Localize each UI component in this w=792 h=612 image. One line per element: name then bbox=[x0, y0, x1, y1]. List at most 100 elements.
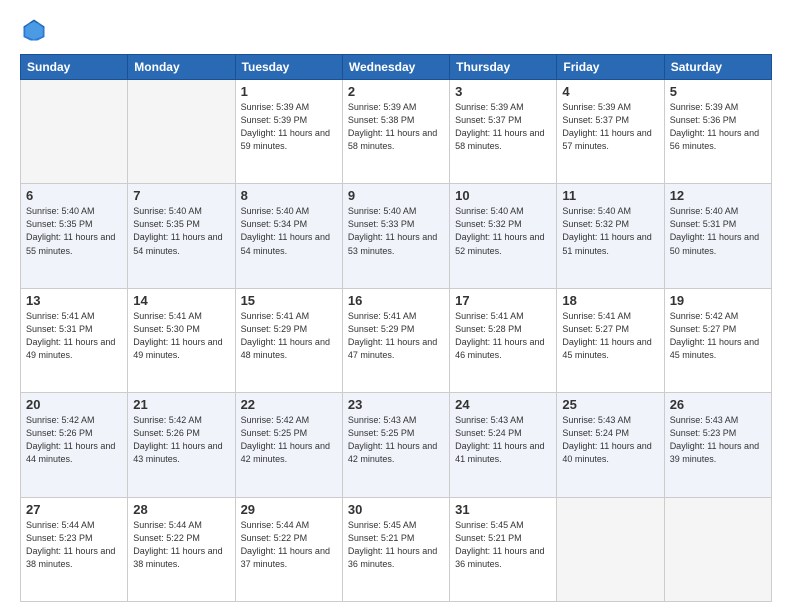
weekday-header-wednesday: Wednesday bbox=[342, 55, 449, 80]
day-info: Sunrise: 5:40 AMSunset: 5:35 PMDaylight:… bbox=[26, 205, 122, 257]
day-cell: 24 Sunrise: 5:43 AMSunset: 5:24 PMDayligh… bbox=[450, 393, 557, 497]
weekday-header-monday: Monday bbox=[128, 55, 235, 80]
day-cell: 12 Sunrise: 5:40 AMSunset: 5:31 PMDayligh… bbox=[664, 184, 771, 288]
day-info: Sunrise: 5:41 AMSunset: 5:31 PMDaylight:… bbox=[26, 310, 122, 362]
day-number: 19 bbox=[670, 293, 766, 308]
day-number: 18 bbox=[562, 293, 658, 308]
day-info: Sunrise: 5:41 AMSunset: 5:28 PMDaylight:… bbox=[455, 310, 551, 362]
day-cell: 20Sunrise: 5:42 AMSunset: 5:26 PMDayligh… bbox=[21, 393, 128, 497]
weekday-header-sunday: Sunday bbox=[21, 55, 128, 80]
day-info: Sunrise: 5:39 AMSunset: 5:38 PMDaylight:… bbox=[348, 101, 444, 153]
day-info: Sunrise: 5:42 AMSunset: 5:27 PMDaylight:… bbox=[670, 310, 766, 362]
day-info: Sunrise: 5:39 AMSunset: 5:37 PMDaylight:… bbox=[562, 101, 658, 153]
day-cell: 25 Sunrise: 5:43 AMSunset: 5:24 PMDayligh… bbox=[557, 393, 664, 497]
day-info: Sunrise: 5:40 AMSunset: 5:34 PMDaylight:… bbox=[241, 205, 337, 257]
day-number: 15 bbox=[241, 293, 337, 308]
day-number: 5 bbox=[670, 84, 766, 99]
day-number: 24 bbox=[455, 397, 551, 412]
day-number: 3 bbox=[455, 84, 551, 99]
day-number: 28 bbox=[133, 502, 229, 517]
day-number: 2 bbox=[348, 84, 444, 99]
day-info: Sunrise: 5:41 AMSunset: 5:29 PMDaylight:… bbox=[348, 310, 444, 362]
header bbox=[20, 16, 772, 44]
day-cell: 11 Sunrise: 5:40 AMSunset: 5:32 PMDayligh… bbox=[557, 184, 664, 288]
day-info: Sunrise: 5:40 AMSunset: 5:32 PMDaylight:… bbox=[455, 205, 551, 257]
day-number: 6 bbox=[26, 188, 122, 203]
logo bbox=[20, 16, 52, 44]
day-cell: 8 Sunrise: 5:40 AMSunset: 5:34 PMDaylight… bbox=[235, 184, 342, 288]
day-cell: 2 Sunrise: 5:39 AMSunset: 5:38 PMDaylight… bbox=[342, 80, 449, 184]
day-number: 21 bbox=[133, 397, 229, 412]
day-cell: 6 Sunrise: 5:40 AMSunset: 5:35 PMDaylight… bbox=[21, 184, 128, 288]
day-number: 13 bbox=[26, 293, 122, 308]
day-cell bbox=[21, 80, 128, 184]
logo-icon bbox=[20, 16, 48, 44]
day-number: 22 bbox=[241, 397, 337, 412]
day-info: Sunrise: 5:41 AMSunset: 5:29 PMDaylight:… bbox=[241, 310, 337, 362]
day-cell: 22 Sunrise: 5:42 AMSunset: 5:25 PMDayligh… bbox=[235, 393, 342, 497]
week-row-1: 1Sunrise: 5:39 AMSunset: 5:39 PMDaylight… bbox=[21, 80, 772, 184]
day-cell: 3 Sunrise: 5:39 AMSunset: 5:37 PMDaylight… bbox=[450, 80, 557, 184]
day-number: 25 bbox=[562, 397, 658, 412]
day-cell: 28 Sunrise: 5:44 AMSunset: 5:22 PMDayligh… bbox=[128, 497, 235, 601]
day-cell: 29 Sunrise: 5:44 AMSunset: 5:22 PMDayligh… bbox=[235, 497, 342, 601]
day-info: Sunrise: 5:45 AMSunset: 5:21 PMDaylight:… bbox=[348, 519, 444, 571]
day-cell: 31 Sunrise: 5:45 AMSunset: 5:21 PMDayligh… bbox=[450, 497, 557, 601]
weekday-header-thursday: Thursday bbox=[450, 55, 557, 80]
day-info: Sunrise: 5:43 AMSunset: 5:24 PMDaylight:… bbox=[562, 414, 658, 466]
day-info: Sunrise: 5:45 AMSunset: 5:21 PMDaylight:… bbox=[455, 519, 551, 571]
day-info: Sunrise: 5:43 AMSunset: 5:25 PMDaylight:… bbox=[348, 414, 444, 466]
day-info: Sunrise: 5:39 AMSunset: 5:37 PMDaylight:… bbox=[455, 101, 551, 153]
day-number: 9 bbox=[348, 188, 444, 203]
day-cell: 7Sunrise: 5:40 AMSunset: 5:35 PMDaylight… bbox=[128, 184, 235, 288]
day-info: Sunrise: 5:42 AMSunset: 5:26 PMDaylight:… bbox=[26, 414, 122, 466]
day-cell: 4 Sunrise: 5:39 AMSunset: 5:37 PMDaylight… bbox=[557, 80, 664, 184]
day-number: 10 bbox=[455, 188, 551, 203]
day-number: 14 bbox=[133, 293, 229, 308]
day-cell: 26 Sunrise: 5:43 AMSunset: 5:23 PMDayligh… bbox=[664, 393, 771, 497]
day-info: Sunrise: 5:44 AMSunset: 5:22 PMDaylight:… bbox=[241, 519, 337, 571]
weekday-header-row: SundayMondayTuesdayWednesdayThursdayFrid… bbox=[21, 55, 772, 80]
calendar-table: SundayMondayTuesdayWednesdayThursdayFrid… bbox=[20, 54, 772, 602]
day-number: 7 bbox=[133, 188, 229, 203]
day-number: 23 bbox=[348, 397, 444, 412]
day-cell: 10 Sunrise: 5:40 AMSunset: 5:32 PMDayligh… bbox=[450, 184, 557, 288]
day-number: 26 bbox=[670, 397, 766, 412]
day-number: 29 bbox=[241, 502, 337, 517]
day-cell: 13 Sunrise: 5:41 AMSunset: 5:31 PMDayligh… bbox=[21, 288, 128, 392]
day-number: 27 bbox=[26, 502, 122, 517]
day-number: 17 bbox=[455, 293, 551, 308]
day-info: Sunrise: 5:42 AMSunset: 5:25 PMDaylight:… bbox=[241, 414, 337, 466]
day-info: Sunrise: 5:42 AMSunset: 5:26 PMDaylight:… bbox=[133, 414, 229, 466]
day-cell: 16 Sunrise: 5:41 AMSunset: 5:29 PMDayligh… bbox=[342, 288, 449, 392]
week-row-4: 20Sunrise: 5:42 AMSunset: 5:26 PMDayligh… bbox=[21, 393, 772, 497]
weekday-header-tuesday: Tuesday bbox=[235, 55, 342, 80]
day-number: 11 bbox=[562, 188, 658, 203]
day-cell: 5 Sunrise: 5:39 AMSunset: 5:36 PMDaylight… bbox=[664, 80, 771, 184]
day-number: 31 bbox=[455, 502, 551, 517]
day-info: Sunrise: 5:41 AMSunset: 5:30 PMDaylight:… bbox=[133, 310, 229, 362]
day-cell bbox=[128, 80, 235, 184]
day-cell: 27Sunrise: 5:44 AMSunset: 5:23 PMDayligh… bbox=[21, 497, 128, 601]
day-number: 12 bbox=[670, 188, 766, 203]
day-cell: 15 Sunrise: 5:41 AMSunset: 5:29 PMDayligh… bbox=[235, 288, 342, 392]
week-row-5: 27Sunrise: 5:44 AMSunset: 5:23 PMDayligh… bbox=[21, 497, 772, 601]
day-cell: 1Sunrise: 5:39 AMSunset: 5:39 PMDaylight… bbox=[235, 80, 342, 184]
day-info: Sunrise: 5:39 AMSunset: 5:36 PMDaylight:… bbox=[670, 101, 766, 153]
day-info: Sunrise: 5:44 AMSunset: 5:22 PMDaylight:… bbox=[133, 519, 229, 571]
weekday-header-friday: Friday bbox=[557, 55, 664, 80]
day-cell: 21 Sunrise: 5:42 AMSunset: 5:26 PMDayligh… bbox=[128, 393, 235, 497]
day-number: 8 bbox=[241, 188, 337, 203]
day-cell bbox=[557, 497, 664, 601]
day-info: Sunrise: 5:40 AMSunset: 5:33 PMDaylight:… bbox=[348, 205, 444, 257]
day-info: Sunrise: 5:43 AMSunset: 5:24 PMDaylight:… bbox=[455, 414, 551, 466]
day-info: Sunrise: 5:40 AMSunset: 5:32 PMDaylight:… bbox=[562, 205, 658, 257]
week-row-2: 6 Sunrise: 5:40 AMSunset: 5:35 PMDaylight… bbox=[21, 184, 772, 288]
day-number: 16 bbox=[348, 293, 444, 308]
weekday-header-saturday: Saturday bbox=[664, 55, 771, 80]
day-info: Sunrise: 5:43 AMSunset: 5:23 PMDaylight:… bbox=[670, 414, 766, 466]
page: SundayMondayTuesdayWednesdayThursdayFrid… bbox=[0, 0, 792, 612]
day-cell: 18Sunrise: 5:41 AMSunset: 5:27 PMDayligh… bbox=[557, 288, 664, 392]
day-info: Sunrise: 5:40 AMSunset: 5:31 PMDaylight:… bbox=[670, 205, 766, 257]
day-number: 4 bbox=[562, 84, 658, 99]
